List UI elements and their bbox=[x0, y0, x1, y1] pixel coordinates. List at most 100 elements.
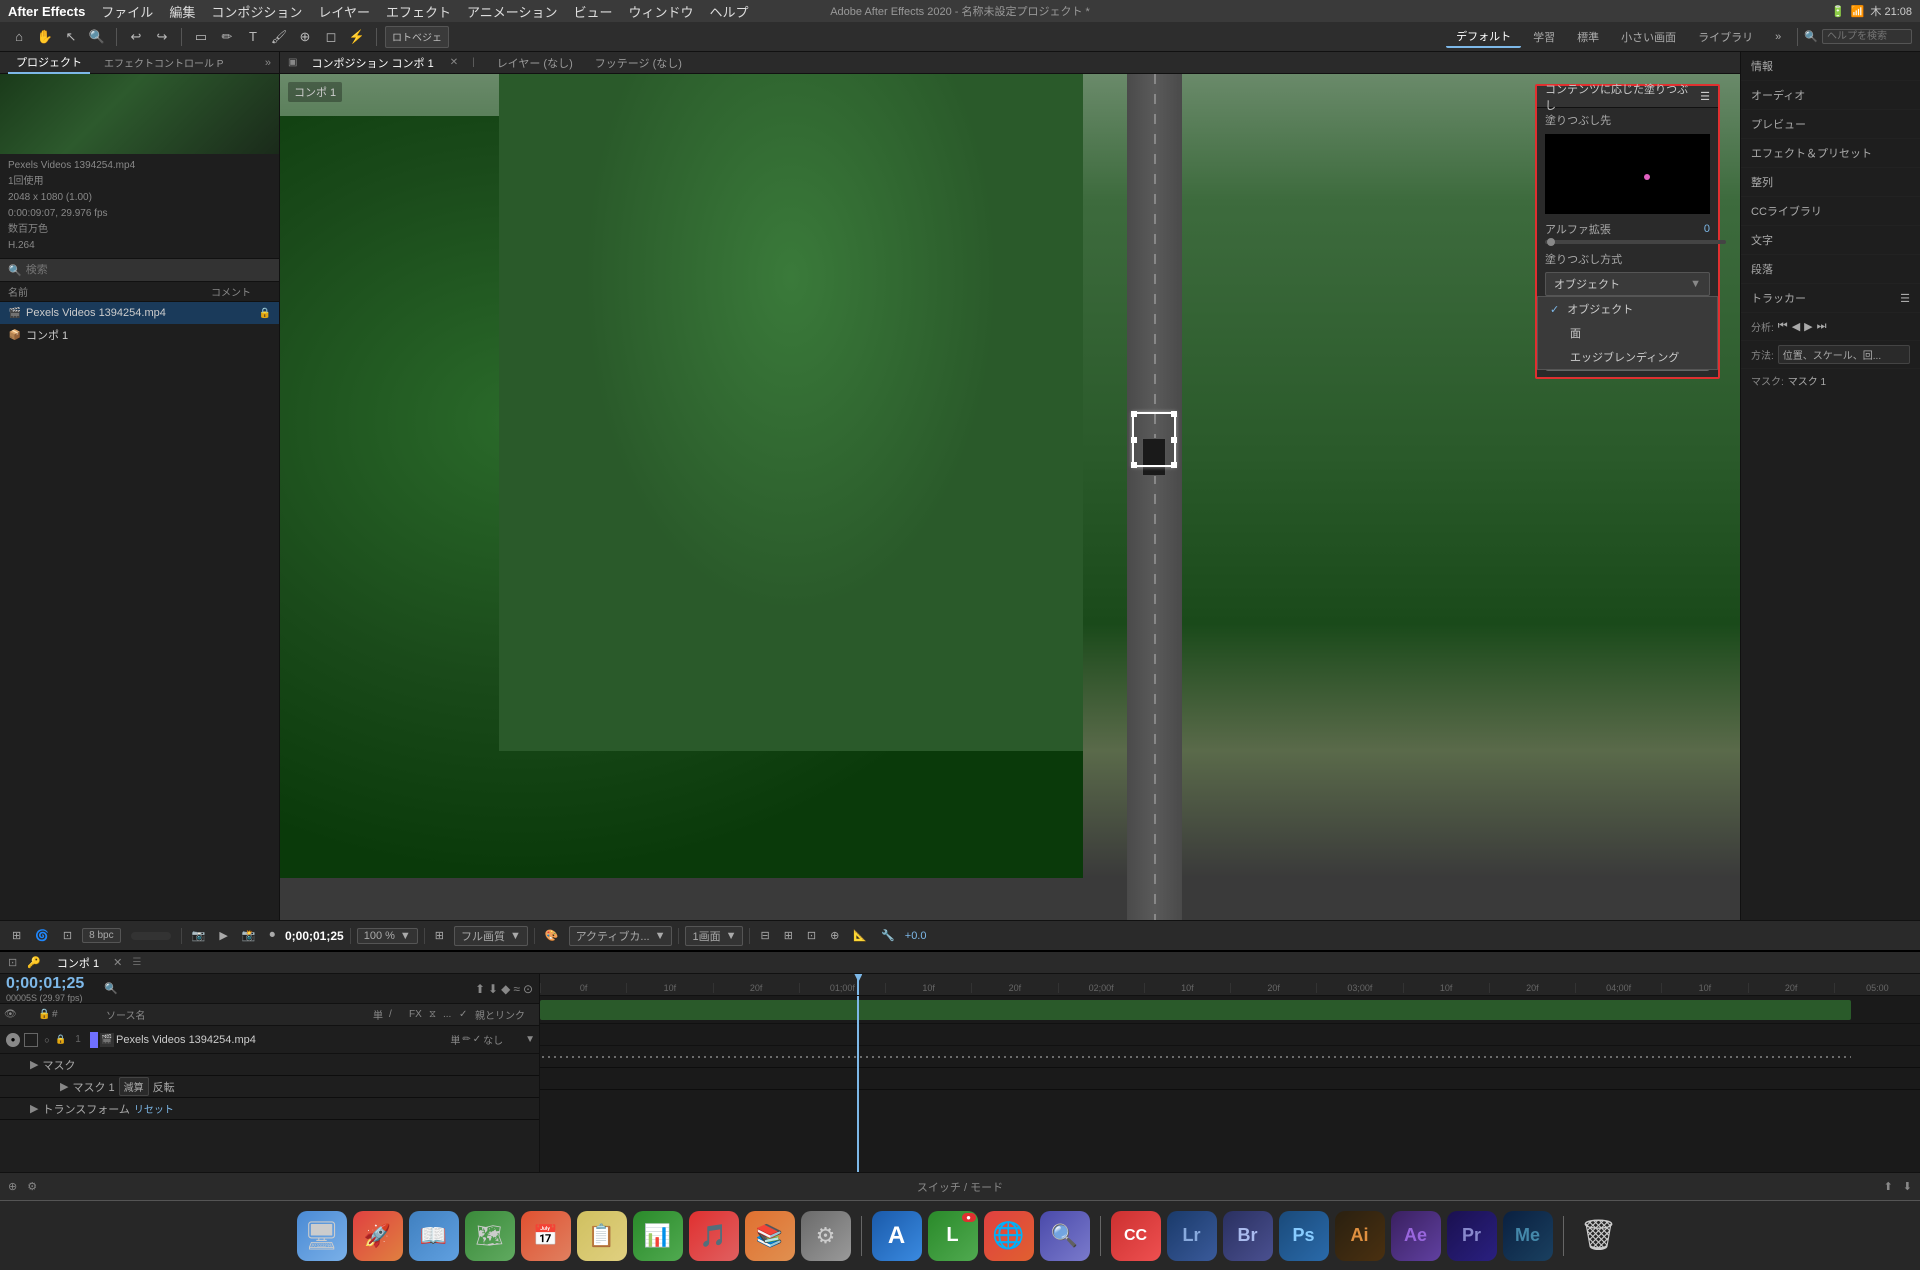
status-icon2[interactable]: ⚙ bbox=[27, 1180, 37, 1193]
paint-tool[interactable]: 🖌 bbox=[268, 26, 290, 48]
draft-btn[interactable]: ⊡ bbox=[59, 927, 76, 944]
status-icon1[interactable]: ⊕ bbox=[8, 1180, 17, 1193]
dock-bridge[interactable]: Br bbox=[1223, 1211, 1273, 1261]
dock-trash[interactable]: 🗑 bbox=[1574, 1211, 1624, 1261]
tracker-prev-btn[interactable]: ◀ bbox=[1792, 320, 1800, 333]
roto-btn[interactable]: ロトベジェ bbox=[385, 26, 449, 48]
ws-default[interactable]: デフォルト bbox=[1446, 26, 1521, 48]
tl-playhead[interactable] bbox=[857, 974, 859, 995]
preview-rec[interactable]: ⏺ bbox=[265, 927, 279, 944]
zoom-dropdown[interactable]: 100 % ▼ bbox=[357, 928, 418, 944]
preview-cam[interactable]: 📸 bbox=[238, 927, 260, 944]
layer-lock-btn[interactable]: 🔒 bbox=[54, 1033, 68, 1047]
tracker-label[interactable]: トラッカー bbox=[1751, 290, 1806, 306]
tl-mask-1[interactable]: ▶ マスク 1 減算 反転 bbox=[0, 1076, 539, 1098]
home-btn[interactable]: ⌂ bbox=[8, 26, 30, 48]
tl-comp-tab-close[interactable]: ✕ bbox=[113, 956, 122, 969]
handle-tr[interactable] bbox=[1171, 411, 1177, 417]
dock-lightroom[interactable]: Lr bbox=[1167, 1211, 1217, 1261]
menu-effect[interactable]: エフェクト bbox=[386, 2, 451, 21]
tl-mask-group[interactable]: ▶ マスク bbox=[0, 1054, 539, 1076]
dock-finder[interactable]: 🖥 bbox=[297, 1211, 347, 1261]
right-align[interactable]: 整列 bbox=[1741, 168, 1920, 197]
tl-time-display[interactable]: 0;00;01;25 bbox=[6, 975, 84, 993]
menu-file[interactable]: ファイル bbox=[101, 2, 153, 21]
clone-tool[interactable]: ⊕ bbox=[294, 26, 316, 48]
transform-toggle[interactable]: ▶ bbox=[30, 1102, 38, 1115]
transform-reset-btn[interactable]: リセット bbox=[134, 1101, 174, 1116]
dock-maps[interactable]: 🗺 bbox=[465, 1211, 515, 1261]
menu-window[interactable]: ウィンドウ bbox=[628, 2, 693, 21]
motion-blur-btn[interactable]: 🌀 bbox=[31, 927, 53, 944]
right-cc-library[interactable]: CCライブラリ bbox=[1741, 197, 1920, 226]
ws-chiisai[interactable]: 小さい画面 bbox=[1611, 27, 1686, 47]
ws-library[interactable]: ライブラリ bbox=[1688, 27, 1763, 47]
tl-solo-btn[interactable]: ⊙ bbox=[523, 982, 533, 996]
menu-help[interactable]: ヘルプ bbox=[710, 2, 749, 21]
frames-dropdown[interactable]: 1画面 ▼ bbox=[685, 926, 743, 946]
ws-more[interactable]: » bbox=[1765, 29, 1791, 45]
preview-play[interactable]: ▶ bbox=[215, 927, 231, 944]
view-dropdown[interactable]: アクティブカ... ▼ bbox=[569, 926, 673, 946]
hand-tool[interactable]: ✋ bbox=[34, 26, 56, 48]
menu-composition[interactable]: コンポジション bbox=[211, 2, 302, 21]
handle-bl[interactable] bbox=[1131, 462, 1137, 468]
dock-numbers[interactable]: 📊 bbox=[633, 1211, 683, 1261]
right-effects[interactable]: エフェクト＆プリセット bbox=[1741, 139, 1920, 168]
dock-line[interactable]: L ● bbox=[928, 1211, 978, 1261]
tl-close-icon[interactable]: ⊡ bbox=[8, 956, 17, 969]
menu-layer[interactable]: レイヤー bbox=[318, 2, 370, 21]
tracker-menu-icon[interactable]: ☰ bbox=[1900, 292, 1910, 305]
grid-btn[interactable]: ⊡ bbox=[803, 927, 820, 944]
tracker-method-dropdown[interactable]: 位置、スケール、回... bbox=[1778, 345, 1910, 364]
menu-animation[interactable]: アニメーション bbox=[467, 2, 557, 21]
tracker-next-next-btn[interactable]: ⏭ bbox=[1817, 320, 1827, 333]
caf-option-object[interactable]: オブジェクト bbox=[1538, 297, 1717, 321]
layer-audio-btn[interactable] bbox=[24, 1033, 38, 1047]
safe-frame-btn[interactable]: ⊞ bbox=[780, 927, 797, 944]
caf-option-surface[interactable]: 面 bbox=[1538, 321, 1717, 345]
color-correct-btn[interactable]: 🎨 bbox=[541, 927, 563, 944]
panel-expand-arrow[interactable]: » bbox=[265, 57, 271, 69]
eraser-tool[interactable]: ◻ bbox=[320, 26, 342, 48]
status-right-icon[interactable]: ⬆ bbox=[1884, 1180, 1893, 1193]
comp-viewport[interactable]: コンポ 1 コンテンツに応じた塗りつぶし ☰ 塗りつぶし先 アルファ拡張 0 bbox=[280, 74, 1740, 920]
caf-option-edge[interactable]: エッジブレンディング bbox=[1538, 345, 1717, 369]
dock-syspref[interactable]: ⚙ bbox=[801, 1211, 851, 1261]
menu-view[interactable]: ビュー bbox=[573, 2, 612, 21]
tl-extract-btn[interactable]: ⬇ bbox=[488, 982, 498, 996]
dock-cc[interactable]: CC bbox=[1111, 1211, 1161, 1261]
layer-solo-btn[interactable]: ○ bbox=[40, 1033, 54, 1047]
tl-lift-btn[interactable]: ⬆ bbox=[475, 982, 485, 996]
ram-btn[interactable]: 📷 bbox=[188, 927, 210, 944]
redo-btn[interactable]: ↪ bbox=[151, 26, 173, 48]
bit-depth[interactable]: 8 bpc bbox=[82, 928, 120, 943]
caf-method-dropdown[interactable]: オブジェクト ▼ bbox=[1545, 272, 1710, 296]
tl-layer-1[interactable]: ● ○ 🔒 1 🎬 Pexels Videos 1394254.mp4 単 ✏ … bbox=[0, 1026, 539, 1054]
tl-comp-tab[interactable]: コンポ 1 bbox=[51, 953, 105, 973]
tl-menu-icon[interactable]: ☰ bbox=[132, 957, 141, 968]
right-preview[interactable]: プレビュー bbox=[1741, 110, 1920, 139]
mask-invert-btn[interactable]: 反転 bbox=[153, 1079, 175, 1095]
dock-chrome[interactable]: 🌐 bbox=[984, 1211, 1034, 1261]
right-text[interactable]: 文字 bbox=[1741, 226, 1920, 255]
layer-pencil[interactable]: ✏ bbox=[462, 1034, 470, 1045]
project-item-video[interactable]: 🎬 Pexels Videos 1394254.mp4 🔒 bbox=[0, 302, 279, 324]
project-search-input[interactable] bbox=[26, 264, 271, 276]
snap-btn[interactable]: ⊞ bbox=[8, 927, 25, 944]
tracker-prev-prev-btn[interactable]: ⏮ bbox=[1778, 320, 1788, 333]
timeline-right[interactable]: 0f 10f 20f 01;00f 10f 20f 02;00f 10f 20f… bbox=[540, 974, 1920, 1172]
project-tab[interactable]: プロジェクト bbox=[8, 52, 90, 74]
renderqueue-icon[interactable]: 🔑 bbox=[27, 956, 41, 969]
dock-appstore[interactable]: A bbox=[872, 1211, 922, 1261]
text-tool[interactable]: T bbox=[242, 26, 264, 48]
menu-edit[interactable]: 編集 bbox=[169, 2, 195, 21]
tl-transform[interactable]: ▶ トランスフォーム リセット bbox=[0, 1098, 539, 1120]
layer-vis-btn[interactable]: ● bbox=[6, 1033, 20, 1047]
right-info[interactable]: 情報 bbox=[1741, 52, 1920, 81]
puppet-tool[interactable]: ⚡ bbox=[346, 26, 368, 48]
help-search-input[interactable] bbox=[1822, 29, 1912, 44]
ruler-btn[interactable]: 📐 bbox=[849, 927, 871, 944]
checkerboard-btn[interactable]: ⊞ bbox=[431, 927, 448, 944]
comp-tab-close[interactable]: ✕ bbox=[450, 57, 458, 68]
